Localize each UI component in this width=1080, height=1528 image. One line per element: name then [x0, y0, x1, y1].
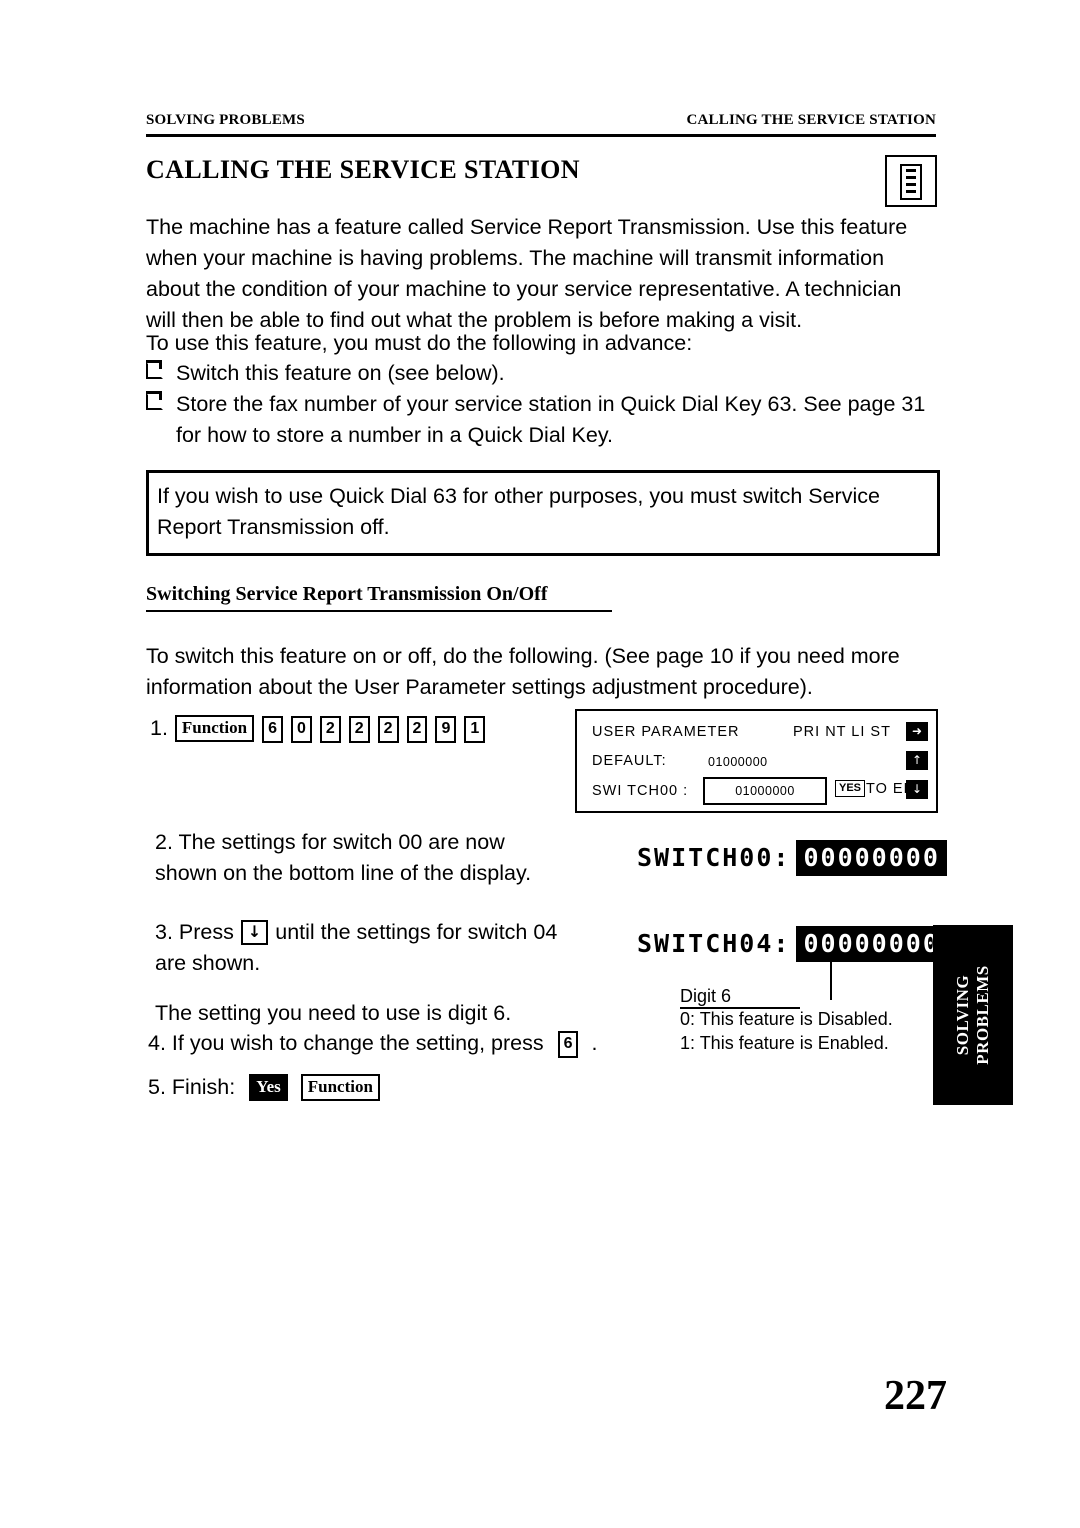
manual-book-icon: [885, 155, 937, 207]
checkbox-bullet-icon: [146, 391, 163, 410]
checkbox-bullet-icon: [146, 360, 163, 379]
key-digit-9: 9: [435, 716, 457, 743]
key-digit-2b: 2: [348, 716, 370, 743]
switch04-display: SWITCH04: 00000000: [637, 926, 947, 962]
running-head-right: CALLING THE SERVICE STATION: [686, 112, 936, 128]
switch00-display: SWITCH00: 00000000: [637, 840, 947, 876]
switch04-label: SWITCH04:: [637, 929, 791, 958]
key-digit-0: 0: [290, 716, 312, 743]
digit-callout-desc-0: 0: This feature is Disabled.: [680, 1009, 893, 1029]
step-4: 4. If you wish to change the setting, pr…: [148, 1028, 628, 1059]
key-digit-2d: 2: [406, 716, 428, 743]
document-page: SOLVING PROBLEMS CALLING THE SERVICE STA…: [0, 0, 1080, 1528]
lcd-switch-value-field: 01000000: [703, 777, 827, 805]
prerequisites-list: Switch this feature on (see below). Stor…: [146, 358, 946, 451]
list-item-text: Store the fax number of your service sta…: [176, 392, 926, 447]
list-item-text: Switch this feature on (see below).: [176, 361, 505, 385]
lcd-line2-value: 01000000: [708, 755, 768, 769]
lcd-yes-key: YES: [835, 780, 866, 797]
page-title: CALLING THE SERVICE STATION: [146, 155, 580, 184]
switch00-value: 00000000: [796, 840, 947, 876]
key-digit-6-change: 6: [557, 1031, 579, 1058]
switch04-value: 00000000: [796, 926, 947, 962]
subheading-underline: [146, 610, 612, 612]
page-number: 227: [884, 1373, 947, 1419]
callout-leader-line: [830, 958, 832, 1000]
step-3-text-c: The setting you need to use is digit 6.: [155, 1001, 512, 1025]
key-digit-1: 1: [464, 716, 486, 743]
key-function: Function: [174, 715, 255, 742]
section-subheading: Switching Service Report Transmission On…: [146, 583, 548, 605]
step-3-text-a: 3. Press: [155, 920, 234, 944]
arrow-right-icon[interactable]: ➜: [906, 722, 928, 741]
digit-callout-description: 0: This feature is Disabled. 1: This fea…: [680, 1007, 893, 1055]
step-4-text-b: .: [591, 1031, 598, 1055]
step-1-number: 1.: [150, 716, 168, 740]
lcd-line3-label: SWI TCH00 :: [592, 783, 689, 799]
arrow-up-icon[interactable]: ↑: [906, 751, 928, 770]
prerequisites-lead: To use this feature, you must do the fol…: [146, 331, 693, 355]
header-divider: [146, 134, 936, 137]
key-yes: Yes: [249, 1074, 288, 1101]
digit-callout-desc-1: 1: This feature is Enabled.: [680, 1033, 889, 1053]
important-note-text: If you wish to use Quick Dial 63 for oth…: [157, 484, 880, 539]
step-1: 1. Function 6 0 2 2 2 2 9 1: [150, 713, 486, 744]
digit-callout-label: Digit 6: [680, 986, 732, 1006]
lcd-line2-label: DEFAULT:: [592, 753, 667, 769]
step-3: 3. Press ↓ until the settings for switch…: [155, 917, 585, 1029]
chapter-side-tab-label: SOLVING PROBLEMS: [953, 965, 992, 1065]
lcd-display-panel: USER PARAMETER PRI NT LI ST DEFAULT: 010…: [575, 709, 938, 813]
step-4-text-a: 4. If you wish to change the setting, pr…: [148, 1031, 544, 1055]
running-head-left: SOLVING PROBLEMS: [146, 112, 305, 128]
key-function-finish: Function: [300, 1074, 380, 1101]
important-note-box: If you wish to use Quick Dial 63 for oth…: [146, 470, 940, 556]
step-5: 5. Finish: Yes Function: [148, 1072, 381, 1103]
key-digit-2c: 2: [377, 716, 399, 743]
list-item: Store the fax number of your service sta…: [146, 389, 946, 451]
switch00-label: SWITCH00:: [637, 843, 791, 872]
list-item: Switch this feature on (see below).: [146, 358, 946, 389]
key-digit-2a: 2: [319, 716, 341, 743]
lcd-line1-right: PRI NT LI ST: [793, 724, 891, 740]
key-digit-6: 6: [262, 716, 283, 743]
step-5-label: 5. Finish:: [148, 1075, 236, 1099]
key-arrow-down: ↓: [240, 920, 269, 945]
step-2: 2. The settings for switch 00 are now sh…: [155, 830, 532, 885]
intro-paragraph: The machine has a feature called Service…: [146, 215, 908, 332]
arrow-down-icon[interactable]: ↓: [906, 780, 928, 799]
lcd-line1-left: USER PARAMETER: [592, 724, 740, 740]
chapter-side-tab: SOLVING PROBLEMS: [933, 925, 1013, 1105]
manual-book-icon-inner: [900, 164, 922, 200]
running-head: SOLVING PROBLEMS CALLING THE SERVICE STA…: [146, 112, 936, 129]
procedure-intro: To switch this feature on or off, do the…: [146, 644, 900, 699]
